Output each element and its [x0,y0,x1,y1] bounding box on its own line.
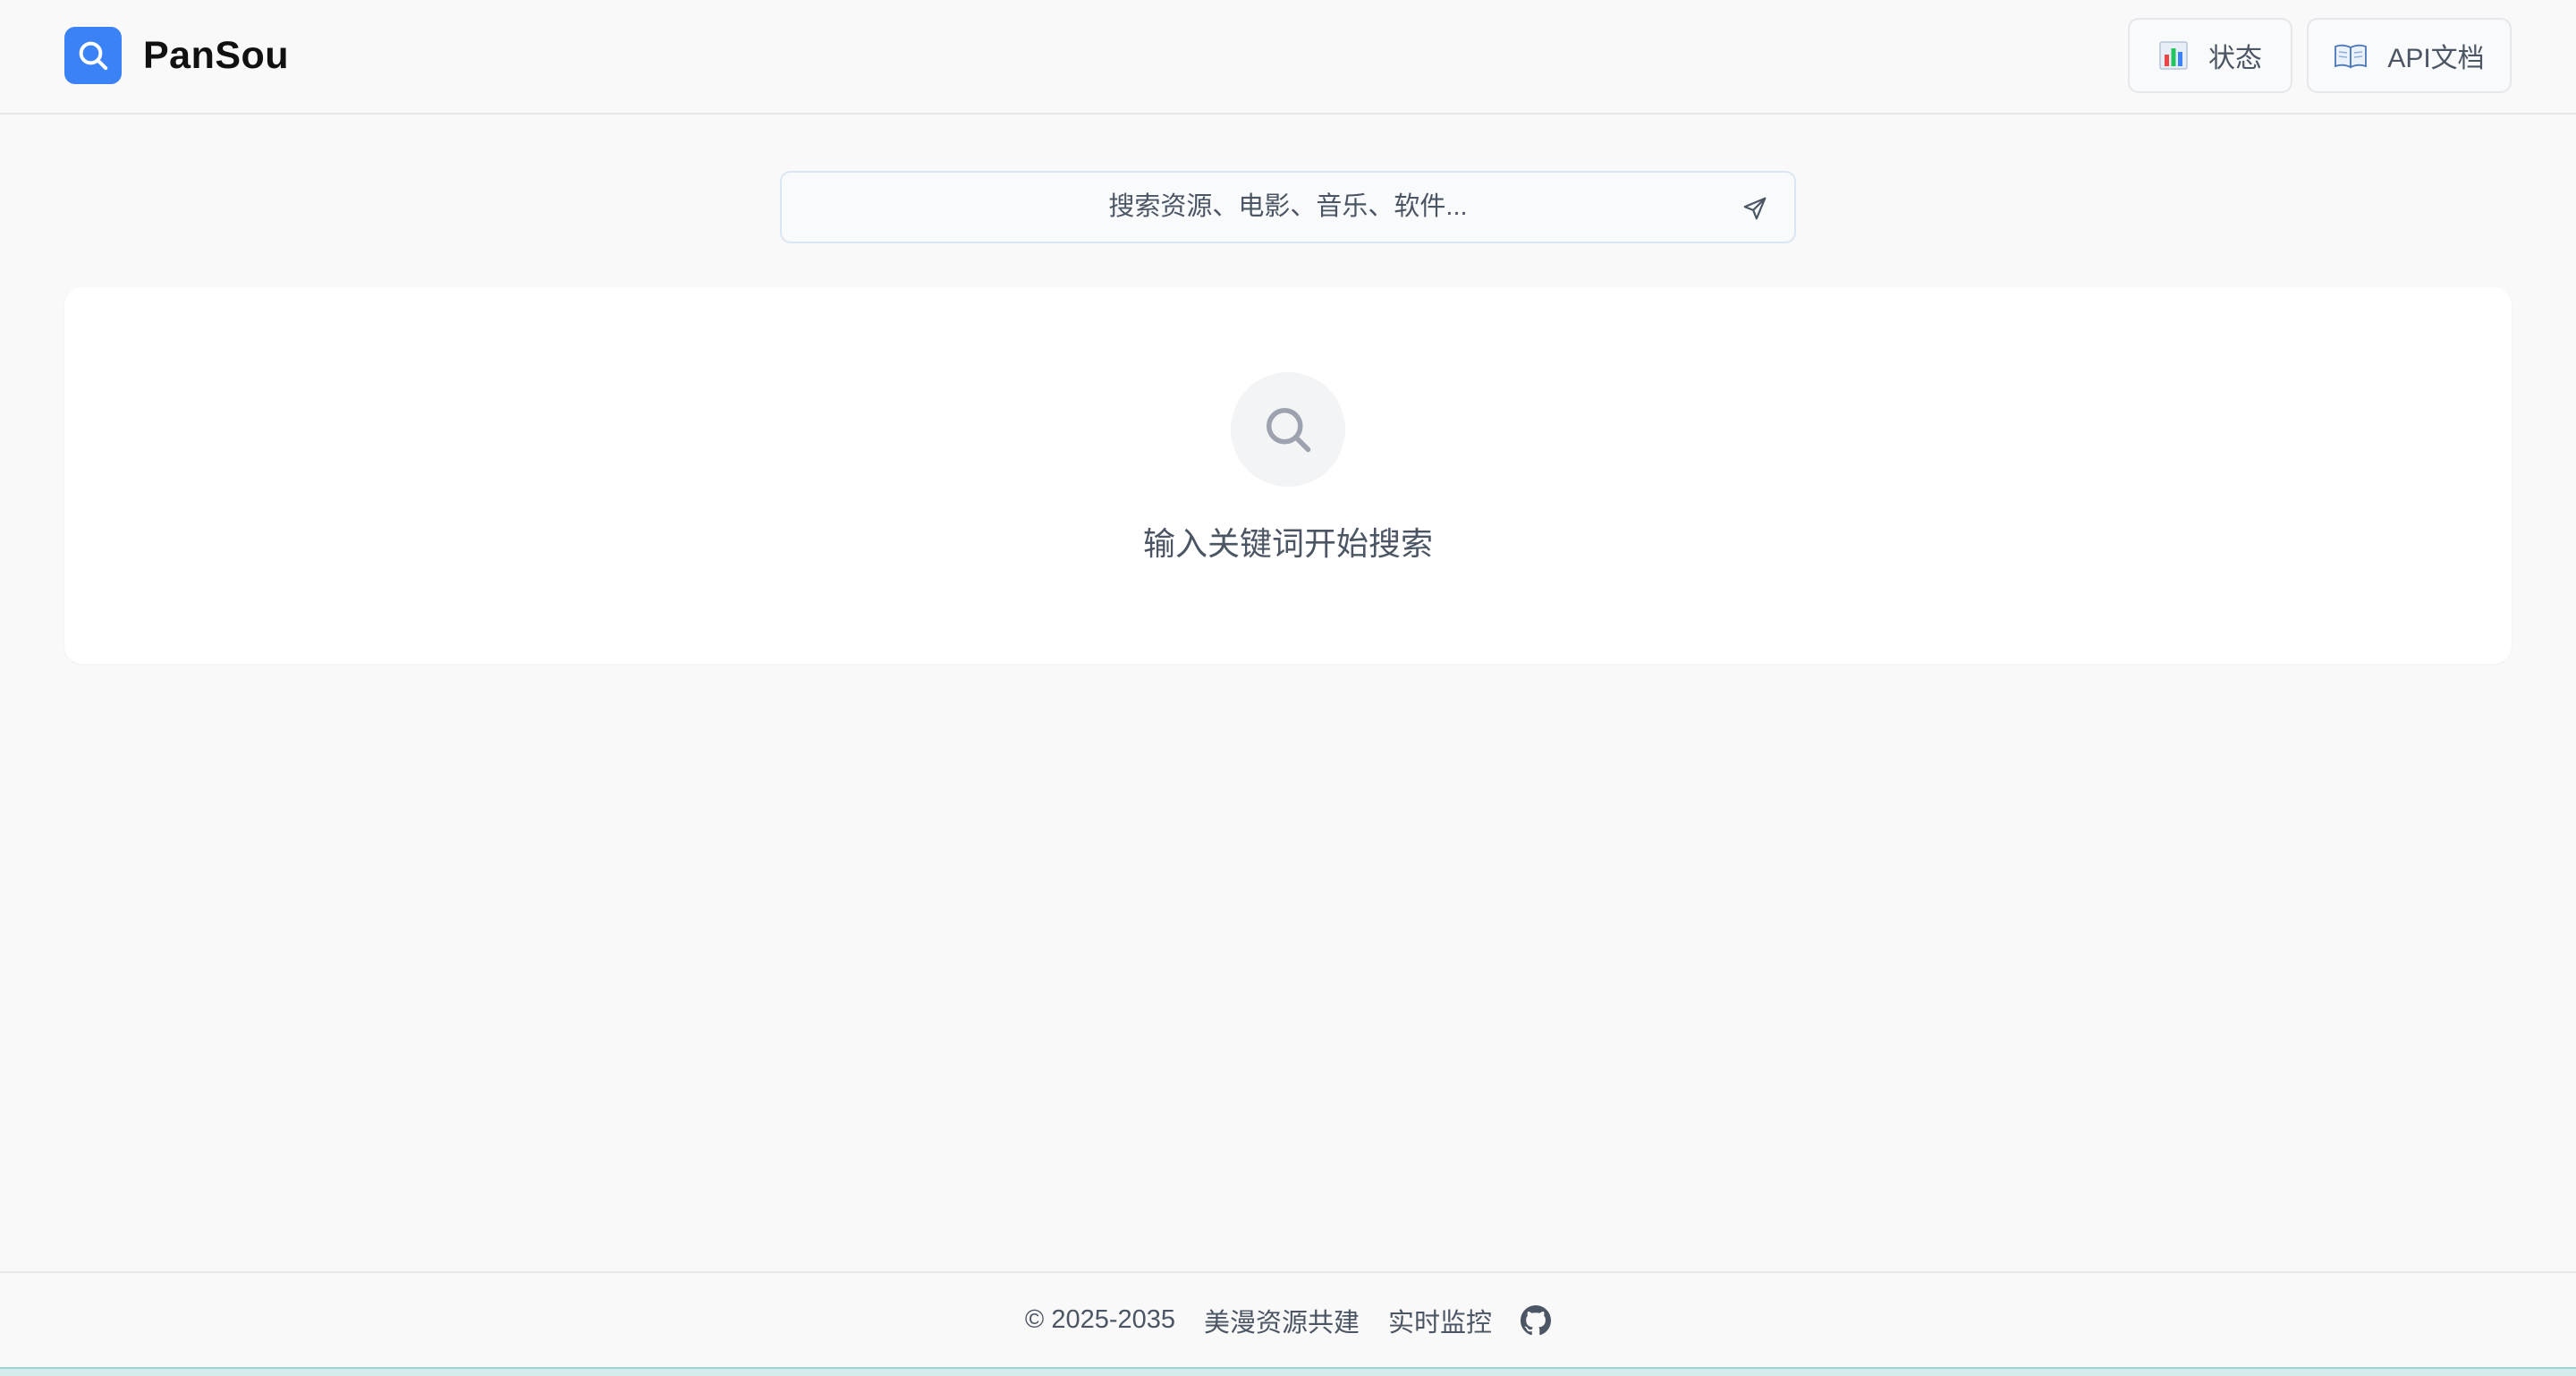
status-button[interactable]: 状态 [2128,18,2292,93]
results-card: 输入关键词开始搜索 [64,287,2512,664]
logo-search-icon[interactable] [64,27,122,84]
send-icon[interactable] [1735,189,1775,228]
search-bar [780,171,1796,243]
empty-state-message: 输入关键词开始搜索 [1142,525,1433,562]
brand-name[interactable]: PanSou [143,32,289,79]
copyright-text: © 2025-2035 [1024,1305,1176,1334]
page-footer: © 2025-2035 美漫资源共建 实时监控 [0,1271,2576,1367]
github-icon[interactable] [1521,1304,1552,1336]
status-button-label: 状态 [2208,44,2262,73]
api-docs-button[interactable]: API文档 [2307,18,2512,93]
top-header: PanSou 状态 API文档 [0,0,2576,115]
bar-chart-icon [2158,40,2189,71]
empty-state-search-icon [1231,372,1345,487]
community-link[interactable]: 美漫资源共建 [1204,1302,1360,1339]
api-docs-button-label: API文档 [2387,44,2485,73]
open-book-icon [2334,42,2368,69]
bottom-edge-strip [0,1367,2576,1376]
search-input[interactable] [782,173,1794,242]
monitor-link[interactable]: 实时监控 [1388,1302,1492,1339]
